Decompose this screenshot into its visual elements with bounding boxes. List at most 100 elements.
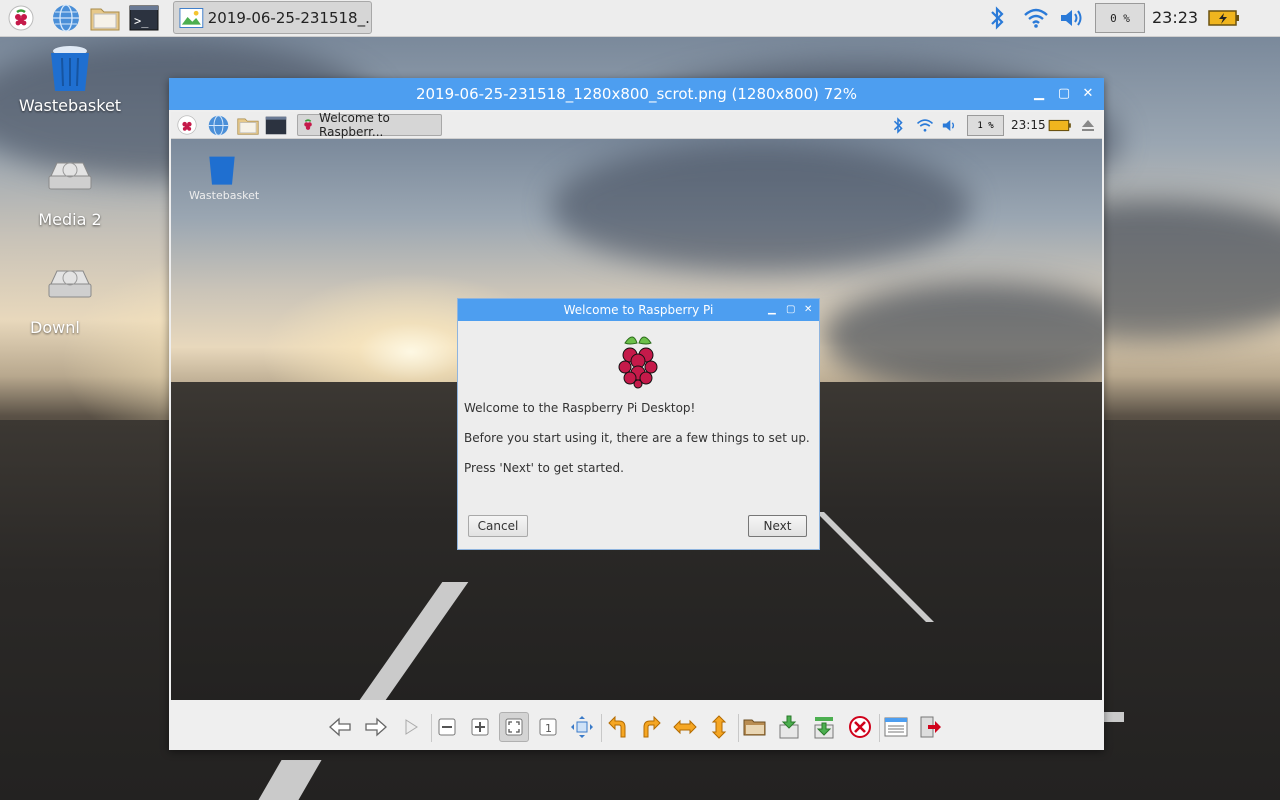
image-viewer-icon — [179, 7, 204, 28]
drive-icon — [48, 162, 92, 190]
minimize-button[interactable]: ▁ — [1027, 78, 1051, 110]
viewer-toolbar: 1 — [169, 704, 1104, 750]
open-file-button[interactable] — [740, 712, 770, 742]
slideshow-button[interactable] — [396, 712, 426, 742]
fit-window-button[interactable] — [499, 712, 529, 742]
inner-desktop-icon-wastebasket: Wastebasket — [189, 154, 260, 202]
inner-top-panel: Welcome to Raspberr... 1 % 23:15 — [171, 112, 1102, 139]
zoom-fit-icon — [505, 718, 523, 736]
eject-icon — [1082, 120, 1094, 131]
preferences-button[interactable] — [881, 712, 911, 742]
volume-icon — [942, 120, 955, 131]
save-as-button[interactable] — [809, 712, 839, 742]
terminal-icon — [265, 116, 287, 135]
bluetooth-icon — [893, 117, 903, 134]
desktop-icon-media-2[interactable]: Media 2 — [10, 160, 130, 229]
file-manager-icon — [237, 118, 259, 135]
svg-text:>_: >_ — [134, 14, 149, 28]
delete-button[interactable] — [845, 712, 875, 742]
terminal-icon[interactable]: >_ — [129, 3, 159, 33]
displayed-image: Welcome to Raspberr... 1 % 23:15 Wasteba… — [171, 112, 1102, 700]
dialog-title: Welcome to Raspberry Pi — [563, 303, 714, 317]
save-icon — [779, 715, 799, 739]
rotate-right-icon — [643, 715, 661, 738]
rotate-right-button[interactable] — [636, 712, 666, 742]
original-size-button[interactable]: 1 — [533, 712, 563, 742]
wastebasket-icon — [209, 156, 235, 185]
zoom-out-button[interactable] — [432, 712, 462, 742]
drive-icon — [48, 270, 92, 298]
flip-vertical-button[interactable] — [704, 712, 734, 742]
battery-icon — [1048, 119, 1071, 132]
wifi-icon[interactable] — [1021, 3, 1051, 33]
inner-taskbar-item: Welcome to Raspberr... — [297, 112, 442, 139]
close-button[interactable]: ✕ — [1076, 78, 1100, 110]
arrow-left-icon — [329, 717, 351, 737]
flip-horizontal-icon — [673, 719, 697, 735]
top-panel: >_ 2019-06-25-231518_... 0 % 23:23 — [0, 0, 1280, 37]
zoom-in-icon — [471, 718, 489, 736]
flip-horizontal-button[interactable] — [670, 712, 700, 742]
dialog-maximize-icon: ▢ — [786, 304, 796, 315]
cpu-monitor[interactable]: 0 % — [1095, 3, 1145, 33]
image-viewer-window: 2019-06-25-231518_1280x800_scrot.png (12… — [169, 78, 1104, 750]
play-icon — [405, 719, 418, 735]
bluetooth-icon[interactable] — [982, 3, 1012, 33]
open-folder-icon — [743, 719, 766, 736]
dialog-close-icon: ✕ — [804, 304, 813, 315]
preferences-icon — [884, 717, 908, 737]
inner-clock: 23:15 — [1011, 118, 1046, 132]
delete-icon — [849, 716, 871, 738]
wifi-icon — [916, 119, 934, 132]
save-file-button[interactable] — [774, 712, 804, 742]
dialog-titlebar: Welcome to Raspberry Pi ▁ ▢ ✕ — [458, 299, 819, 321]
zoom-in-button[interactable] — [465, 712, 495, 742]
toolbar-separator — [738, 714, 739, 742]
dialog-text-2: Before you start using it, there are a f… — [464, 431, 810, 445]
taskbar-item-label: 2019-06-25-231518_... — [207, 8, 371, 27]
save-as-icon — [814, 717, 834, 739]
dialog-text-1: Welcome to the Raspberry Pi Desktop! — [464, 401, 696, 415]
raspberry-icon — [304, 119, 312, 130]
svg-text:1: 1 — [545, 722, 552, 735]
next-image-button[interactable] — [361, 712, 391, 742]
taskbar-item-viewer[interactable]: 2019-06-25-231518_... — [173, 1, 372, 34]
inner-desktop-icon-label: Wastebasket — [189, 189, 260, 202]
fullscreen-button[interactable] — [567, 712, 597, 742]
desktop-icon-download[interactable]: Downl — [10, 268, 130, 337]
volume-icon[interactable] — [1058, 3, 1088, 33]
raspberry-pi-logo — [618, 336, 658, 389]
toolbar-separator — [601, 714, 602, 742]
window-title: 2019-06-25-231518_1280x800_scrot.png (12… — [415, 85, 858, 103]
dialog-minimize-icon: ▁ — [768, 304, 776, 315]
browser-icon[interactable] — [51, 3, 81, 33]
zoom-original-icon: 1 — [539, 718, 557, 736]
raspberry-icon — [177, 115, 197, 135]
flip-vertical-icon — [711, 715, 727, 739]
desktop-icon-label: Media 2 — [38, 210, 102, 229]
window-titlebar[interactable]: 2019-06-25-231518_1280x800_scrot.png (12… — [169, 78, 1104, 110]
cloud — [821, 282, 1102, 392]
cloud — [551, 142, 971, 272]
dialog-next-button: Next — [748, 515, 807, 537]
raspberry-menu-icon[interactable] — [6, 3, 36, 33]
rotate-left-button[interactable] — [603, 712, 633, 742]
inner-taskbar-label: Welcome to Raspberr... — [319, 112, 390, 139]
inner-cpu-monitor: 1 % — [967, 115, 1004, 136]
fullscreen-icon — [571, 716, 593, 738]
desktop-icon-wastebasket[interactable]: Wastebasket — [10, 44, 130, 115]
clock[interactable]: 23:23 — [1152, 8, 1198, 27]
arrow-right-icon — [365, 717, 387, 737]
rotate-left-icon — [608, 715, 626, 738]
desktop-icon-label: Wastebasket — [18, 96, 122, 115]
zoom-out-icon — [438, 718, 456, 736]
previous-image-button[interactable] — [325, 712, 355, 742]
desktop-icon-label: Downl — [30, 318, 80, 337]
battery-icon[interactable] — [1206, 3, 1242, 33]
quit-button[interactable] — [916, 712, 946, 742]
file-manager-icon[interactable] — [90, 3, 120, 33]
dialog-cancel-button: Cancel — [468, 515, 528, 537]
wastebasket-icon — [51, 46, 89, 91]
toolbar-separator — [879, 714, 880, 742]
maximize-button[interactable]: ▢ — [1052, 78, 1076, 110]
